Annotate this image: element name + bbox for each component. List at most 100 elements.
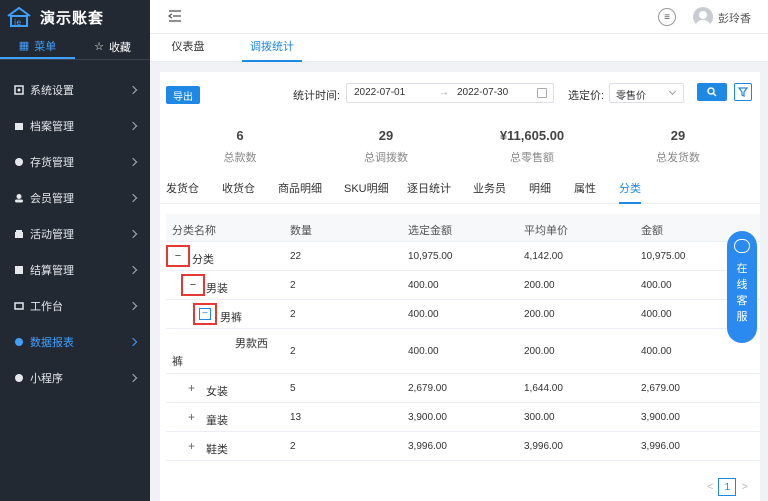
folder-icon [15,123,23,130]
service-char: 线 [736,279,748,291]
page-number-button[interactable]: 1 [718,478,737,496]
activity-icon [15,230,23,238]
settlement-icon [15,266,23,274]
stat-total-retail: ¥11,605.00 总零售额 [462,128,602,165]
cell-quantity: 13 [290,412,302,423]
header-amount: 金额 [641,225,663,237]
date-range-picker[interactable]: 2022-07-01 → 2022-07-30 [346,83,554,103]
sub-tabs: 发货仓 收货仓 商品明细 SKU明细 逐日统计 业务员 明细 属性 分类 [160,178,760,204]
collapse-menu-icon[interactable] [168,10,182,22]
chevron-right-icon [128,265,138,275]
price-select[interactable]: 零售价 [609,83,684,103]
collapse-button[interactable]: − [166,245,190,267]
tab-product-detail[interactable]: 商品明细 [278,180,322,204]
stat-value: 29 [378,128,394,143]
price-select-value: 零售价 [616,91,646,102]
menu-item-system-settings[interactable]: 系统设置 [0,72,150,108]
expand-plus-icon[interactable]: + [188,381,195,395]
menu-item-workbench[interactable]: 工作台 [0,288,150,324]
tab-category[interactable]: 分类 [619,180,641,204]
export-button[interactable]: 导出 [166,86,200,104]
report-icon [15,338,23,346]
cell-selected-amount: 400.00 [408,280,439,291]
collapse-button[interactable]: − [193,303,217,325]
prev-page-button[interactable]: < [707,481,713,493]
page-tabs: 仪表盘 调拨统计 [150,34,768,62]
tab-detail[interactable]: 明细 [529,180,551,204]
tab-daily-stats[interactable]: 逐日统计 [407,180,451,204]
tab-attribute[interactable]: 属性 [574,180,596,204]
chevron-right-icon [128,373,138,383]
side-tab-label: 收藏 [108,41,131,54]
menu-item-archives[interactable]: 档案管理 [0,108,150,144]
menu-item-data-reports[interactable]: 数据报表 [0,324,150,360]
tab-sku-detail[interactable]: SKU明细 [344,180,389,204]
menu-item-mini-program[interactable]: 小程序 [0,360,150,396]
miniprogram-icon [15,374,23,382]
cell-average-price: 200.00 [524,309,555,320]
tab-receiving-warehouse[interactable]: 收货仓 [222,180,255,204]
cell-quantity: 2 [290,280,296,291]
expand-plus-icon[interactable]: + [188,410,195,424]
expand-plus-icon[interactable]: + [188,439,195,453]
menu-item-label: 存货管理 [30,157,74,169]
online-service-widget[interactable]: 在 线 客 服 [727,231,757,343]
menu-item-members[interactable]: 会员管理 [0,180,150,216]
header-selected-amount: 选定金额 [408,225,452,237]
calendar-icon [537,88,547,98]
cell-selected-amount: 10,975.00 [408,251,453,262]
chevron-right-icon [128,121,138,131]
stat-value: 29 [670,128,686,143]
star-icon: ☆ [94,41,104,53]
menu-list-icon[interactable]: ≡ [658,8,676,26]
tab-salesperson[interactable]: 业务员 [473,180,506,204]
stat-label: 总发货数 [656,152,700,164]
stat-total-styles: 6 总款数 [170,128,310,165]
chat-icon [734,239,750,253]
tab-dashboard[interactable]: 仪表盘 [168,34,208,62]
category-name: 鞋类 [206,444,228,456]
collapse-button[interactable]: − [181,274,205,296]
tab-transfer-stats[interactable]: 调拨统计 [242,34,302,62]
cell-amount: 10,975.00 [641,251,686,262]
filter-button[interactable] [734,83,752,101]
menu-item-activities[interactable]: 活动管理 [0,216,150,252]
side-tab-label: 菜单 [34,40,57,53]
stat-total-transfer: 29 总调拨数 [316,128,456,165]
avatar[interactable] [693,7,713,27]
side-tab-menu[interactable]: ▦ 菜单 [0,34,75,59]
filter-icon [738,87,748,97]
table-row: − 男装 2 400.00 200.00 400.00 [166,271,760,300]
category-table: 分类名称 数量 选定金额 平均单价 金额 − 分类 22 10,975.00 4… [166,214,760,461]
price-label: 选定价: [568,90,605,102]
menu-item-label: 会员管理 [30,193,74,205]
search-button[interactable] [697,83,727,101]
username[interactable]: 彭玲香 [718,10,751,26]
menu-item-label: 档案管理 [30,121,74,133]
cell-amount: 400.00 [641,309,672,320]
cell-selected-amount: 400.00 [408,346,439,357]
svg-text:ie: ie [14,18,21,27]
member-icon [15,194,23,203]
sidebar: ie 演示账套 ▦ 菜单 ☆ 收藏 系统设置 档案管理 存货管理 会员管理 活动… [0,0,150,501]
header-category-name: 分类名称 [172,225,216,237]
side-tab-favorites[interactable]: ☆ 收藏 [75,34,150,59]
menu-item-settlement[interactable]: 结算管理 [0,252,150,288]
table-row: − 分类 22 10,975.00 4,142.00 10,975.00 [166,242,760,271]
category-name: 男款西 [235,338,268,350]
menu-item-inventory[interactable]: 存货管理 [0,144,150,180]
cell-amount: 3,900.00 [641,412,680,423]
tab-shipping-warehouse[interactable]: 发货仓 [166,180,199,204]
logo-icon: ie [7,6,31,27]
side-tabs: ▦ 菜单 ☆ 收藏 [0,34,150,60]
stat-total-shipped: 29 总发货数 [608,128,748,165]
category-name: 女装 [206,386,228,398]
next-page-button[interactable]: > [741,481,747,493]
settings-icon [14,85,24,95]
menu-item-label: 系统设置 [30,85,74,97]
cell-quantity: 5 [290,383,296,394]
menu-item-label: 数据报表 [30,337,74,349]
table-row: + 女装 5 2,679.00 1,644.00 2,679.00 [166,374,760,403]
category-name: 男装 [206,283,228,295]
workbench-icon [14,302,24,310]
